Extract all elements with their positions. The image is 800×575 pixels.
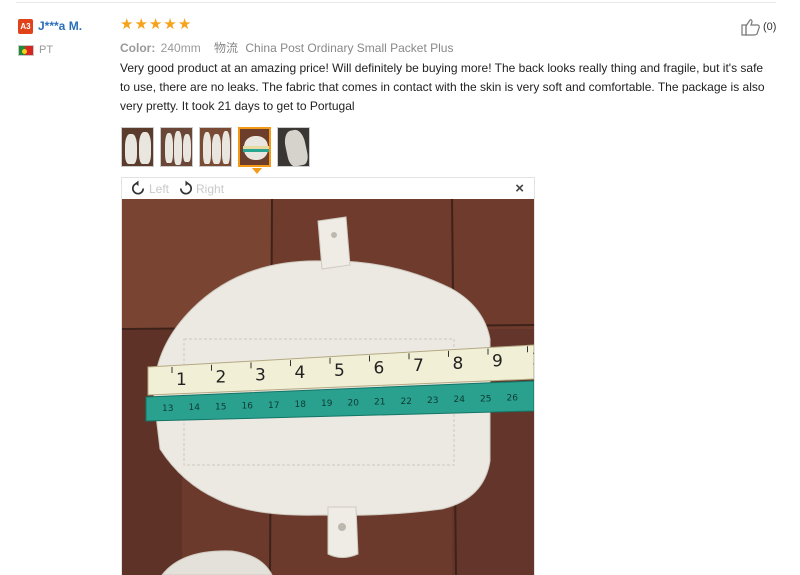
ruler-number: 3 <box>255 365 266 385</box>
shipping-label: 物流 <box>214 41 239 55</box>
star-icon: ★ <box>177 15 192 33</box>
ruler-number: 5 <box>334 361 345 381</box>
tape-number: 24 <box>454 395 466 405</box>
tape-number: 14 <box>189 403 201 413</box>
tape-number: 21 <box>374 398 385 408</box>
ruler-number: 1 <box>532 349 535 369</box>
order-attributes: Color: 240mm 物流 China Post Ordinary Smal… <box>120 39 770 55</box>
tape-number: 20 <box>348 398 360 408</box>
review-photo-thumbnails <box>121 127 310 167</box>
rotate-left-button[interactable]: Left <box>130 180 169 197</box>
review-text: Very good product at an amazing price! W… <box>120 61 765 113</box>
photo-thumbnail[interactable] <box>277 127 310 167</box>
photo-thumbnail[interactable] <box>121 127 154 167</box>
star-icon: ★ <box>120 15 134 33</box>
photo-viewer: Left Right × 1 2 3 4 5 6 7 8 9 13 14 15 … <box>121 177 535 575</box>
shipping-value: China Post Ordinary Small Packet Plus <box>245 41 454 55</box>
portugal-flag-icon <box>18 44 34 56</box>
review-photo: 1234567891 1314151617181920212223242526 <box>122 199 534 575</box>
tape-number: 23 <box>427 396 438 406</box>
tape-number: 15 <box>215 402 226 412</box>
ruler-number: 9 <box>492 352 503 372</box>
color-label: Color: <box>120 41 156 55</box>
rotate-right-button[interactable]: Right <box>177 180 224 197</box>
reviewer-info: A3 J***a M. PT <box>18 17 82 56</box>
rotate-right-icon <box>179 180 193 195</box>
viewer-toolbar: Left Right × <box>122 178 534 199</box>
tape-number: 18 <box>295 400 307 410</box>
buyer-level-badge: A3 <box>18 18 33 34</box>
review-body: ★ ★ ★ ★ ★ Color: 240mm 物流 China Post Ord… <box>120 16 770 116</box>
photo-thumbnail[interactable] <box>199 127 232 167</box>
tape-number: 25 <box>480 394 491 404</box>
tape-number: 26 <box>507 394 519 404</box>
star-icon: ★ <box>148 15 163 33</box>
reviewer-country: PT <box>39 44 54 56</box>
star-icon: ★ <box>134 15 148 33</box>
tape-number: 17 <box>268 401 279 411</box>
tape-number: 19 <box>321 399 333 409</box>
photo-thumbnail-selected[interactable] <box>238 127 271 167</box>
selected-thumbnail-indicator <box>252 168 262 174</box>
rotate-left-icon <box>131 180 145 195</box>
color-value: 240mm <box>160 41 201 55</box>
ruler-number: 1 <box>176 370 187 390</box>
ruler-number: 8 <box>453 354 464 374</box>
close-viewer-button[interactable]: × <box>515 180 524 197</box>
tape-number: 13 <box>162 404 173 414</box>
ruler-number: 6 <box>374 359 385 379</box>
star-icon: ★ <box>163 15 177 33</box>
tape-number: 16 <box>242 402 254 412</box>
star-rating: ★ ★ ★ ★ ★ <box>120 16 770 32</box>
photo-thumbnail[interactable] <box>160 127 193 167</box>
top-divider <box>16 2 776 3</box>
review-photo-image: 1234567891 1314151617181920212223242526 <box>122 199 534 575</box>
rotate-left-label: Left <box>149 181 170 196</box>
ruler-number: 2 <box>216 368 227 388</box>
tape-number: 22 <box>401 397 412 407</box>
rotate-right-label: Right <box>196 181 225 196</box>
reviewer-name: J***a M. <box>38 19 83 33</box>
ruler-number: 4 <box>295 363 306 383</box>
ruler-number: 7 <box>413 356 424 376</box>
